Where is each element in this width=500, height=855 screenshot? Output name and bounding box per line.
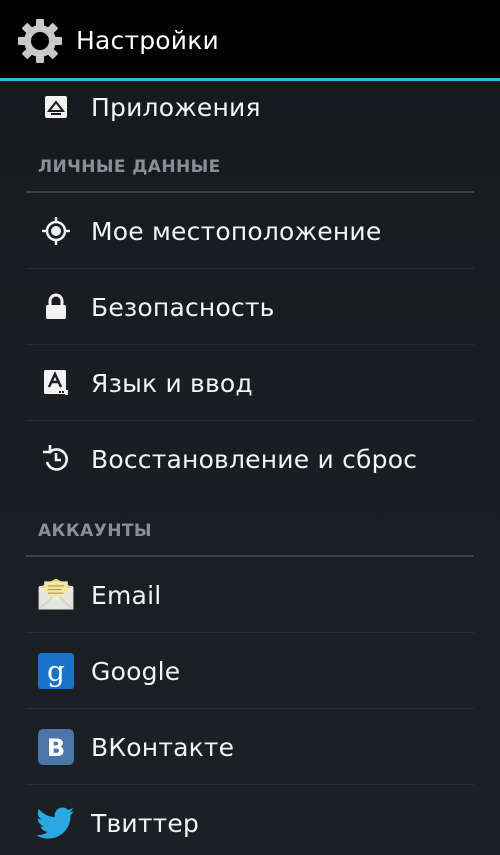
settings-item-apps[interactable]: Приложения [0,81,500,133]
settings-item-label: Восстановление и сброс [91,444,418,474]
section-header-label: ЛИЧНЫЕ ДАННЫЕ [38,157,221,177]
settings-item-label: Язык и ввод [91,368,253,398]
settings-item-label: ВКонтакте [91,732,235,762]
section-header-label: АККАУНТЫ [38,521,152,541]
apps-icon [36,87,76,127]
settings-item-security[interactable]: Безопасность [0,269,500,345]
gear-icon [14,18,70,64]
settings-item-location[interactable]: Мое местоположение [0,193,500,269]
section-header-personal: ЛИЧНЫЕ ДАННЫЕ [0,133,500,193]
settings-item-google-account[interactable]: g Google [0,633,500,709]
twitter-bird-icon [36,803,76,843]
svg-text:B: B [47,734,65,762]
settings-item-twitter-account[interactable]: Твиттер [0,785,500,855]
keyboard-language-icon [36,363,76,403]
location-icon [36,211,76,251]
settings-item-backup-reset[interactable]: Восстановление и сброс [0,421,500,497]
settings-item-label: Приложения [91,92,261,122]
settings-item-vk-account[interactable]: B ВКонтакте [0,709,500,785]
settings-screen: Настройки Приложения ЛИЧНЫЕ ДАННЫЕ Мое м… [0,0,500,855]
action-bar: Настройки [0,0,500,81]
settings-item-label: Мое местоположение [91,216,382,246]
settings-item-label: Email [91,580,162,610]
settings-item-label: Безопасность [91,292,275,322]
svg-text:g: g [47,655,65,688]
vk-icon: B [36,727,76,767]
settings-item-label: Google [91,656,181,686]
settings-item-label: Твиттер [91,808,200,838]
backup-restore-icon [36,439,76,479]
settings-item-email-account[interactable]: Email [0,557,500,633]
settings-list: Приложения ЛИЧНЫЕ ДАННЫЕ Мое местоположе… [0,81,500,855]
home-up-button[interactable] [14,18,70,64]
lock-icon [36,287,76,327]
settings-item-language[interactable]: Язык и ввод [0,345,500,421]
email-envelope-icon [36,575,76,615]
section-header-accounts: АККАУНТЫ [0,497,500,557]
google-g-icon: g [36,651,76,691]
action-bar-title: Настройки [76,26,219,55]
